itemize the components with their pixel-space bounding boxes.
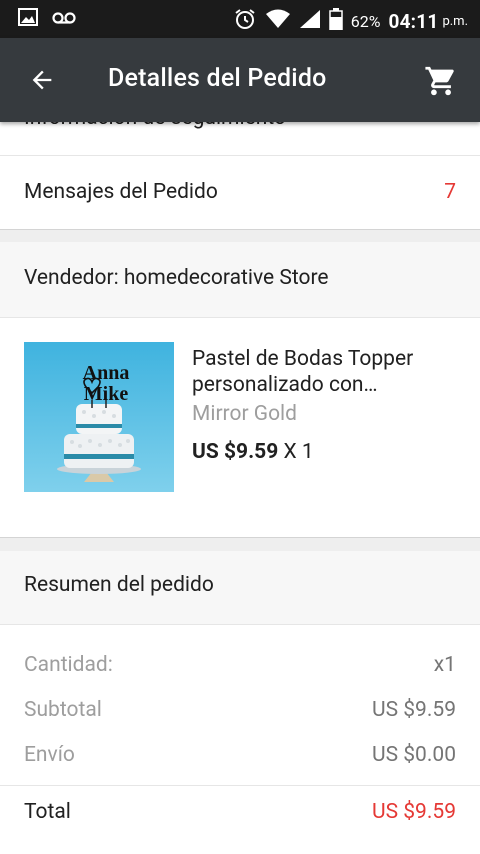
gallery-notification-icon <box>18 8 38 30</box>
product-name-line2: personalizado con… <box>192 373 378 397</box>
summary-row-shipping: Envío US $0.00 <box>0 735 480 775</box>
product-quantity: X 1 <box>278 440 314 464</box>
summary-row-subtotal: Subtotal US $9.59 <box>0 690 480 730</box>
cart-button[interactable] <box>422 62 460 100</box>
total-label: Total <box>24 800 71 824</box>
seller-name: Vendedor: homedecorative Store <box>24 266 329 290</box>
voicemail-icon <box>52 10 76 29</box>
order-summary-header: Resumen del pedido <box>0 551 480 625</box>
shipping-label: Envío <box>24 743 75 767</box>
product-name-line1: Pastel de Bodas Topper <box>192 347 414 371</box>
status-bar: 62% 04:11 p.m. <box>0 0 480 38</box>
clock-time: 04:11 <box>388 10 439 33</box>
order-messages-row[interactable]: Mensajes del Pedido 7 <box>0 156 480 230</box>
signal-icon <box>299 9 321 34</box>
product-item[interactable]: Anna Mike Pastel de Bodas Topper persona… <box>0 318 480 537</box>
battery-percentage: 62% <box>350 12 381 31</box>
product-variant: Mirror Gold <box>192 402 297 426</box>
clock-ampm: p.m. <box>442 14 468 29</box>
order-details-content[interactable]: Información de seguimiento Mensajes del … <box>0 122 480 854</box>
app-bar: Detalles del Pedido <box>0 38 480 122</box>
quantity-value: x1 <box>433 653 456 677</box>
seller-header[interactable]: Vendedor: homedecorative Store <box>0 242 480 318</box>
alarm-icon <box>233 7 257 36</box>
total-value: US $9.59 <box>371 800 456 824</box>
subtotal-value: US $9.59 <box>371 698 456 722</box>
product-price-row: US $9.59 X 1 <box>192 440 314 464</box>
shipping-value: US $0.00 <box>371 743 456 767</box>
quantity-label: Cantidad: <box>24 653 113 677</box>
product-price: US $9.59 <box>192 440 279 464</box>
order-messages-label: Mensajes del Pedido <box>24 180 218 204</box>
section-divider <box>0 229 480 242</box>
summary-row-total: Total US $9.59 <box>0 785 480 845</box>
wifi-icon <box>265 9 291 34</box>
shopping-cart-icon <box>425 66 454 96</box>
back-button[interactable] <box>24 62 60 98</box>
summary-row-quantity: Cantidad: x1 <box>0 645 480 685</box>
page-title: Detalles del Pedido <box>108 64 327 93</box>
product-name[interactable]: Pastel de Bodas Topper personalizado con… <box>192 346 462 398</box>
topper-text-1: Anna <box>83 362 130 384</box>
product-image[interactable]: Anna Mike <box>24 342 174 492</box>
section-divider <box>0 537 480 551</box>
topper-text-2: Mike <box>84 383 129 405</box>
arrow-back-icon <box>32 70 52 90</box>
order-summary-title: Resumen del pedido <box>24 573 214 597</box>
order-messages-count: 7 <box>444 180 456 204</box>
battery-icon <box>329 8 343 35</box>
subtotal-label: Subtotal <box>24 698 102 722</box>
tracking-info-label: Información de seguimiento <box>24 122 286 130</box>
tracking-info-row[interactable]: Información de seguimiento <box>0 122 480 156</box>
